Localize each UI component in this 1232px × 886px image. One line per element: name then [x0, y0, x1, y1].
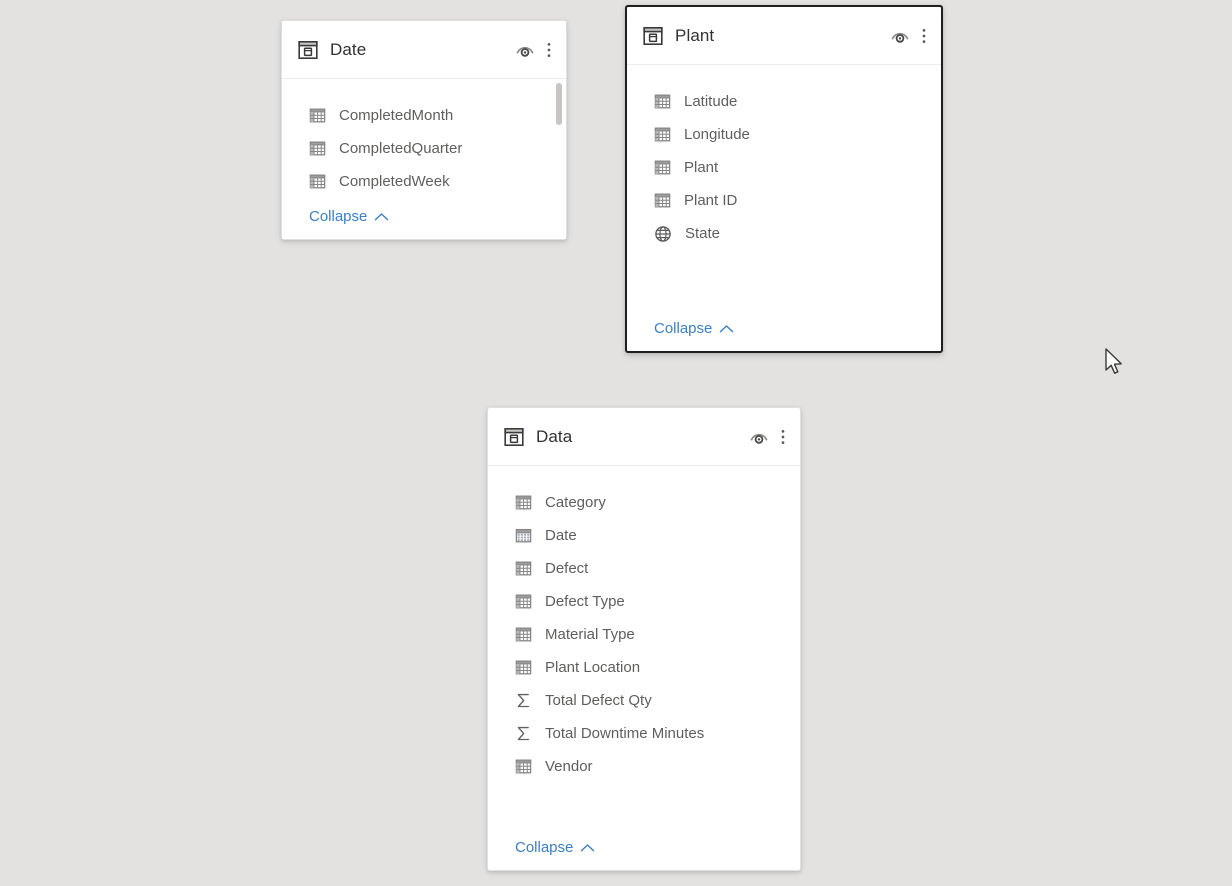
- table-card-footer: Collapse: [627, 320, 941, 351]
- field-row[interactable]: Category: [488, 486, 800, 519]
- table-field-list-container: Latitude Longitude Plant Plant ID State: [627, 65, 941, 320]
- field-row[interactable]: Total Downtime Minutes: [488, 717, 800, 750]
- table-field-list-container: Category Date Defect Defect Type Material Ty…: [488, 466, 800, 839]
- field-list: Category Date Defect Defect Type Material Ty…: [488, 486, 800, 783]
- table-card-header[interactable]: Data: [488, 408, 800, 466]
- calendar-icon: [515, 527, 532, 544]
- field-label: Total Defect Qty: [545, 692, 652, 709]
- table-column-icon: [654, 159, 671, 176]
- table-column-icon: [515, 626, 532, 643]
- field-label: Longitude: [684, 126, 750, 143]
- field-label: CompletedMonth: [339, 107, 454, 124]
- field-label: Plant Location: [545, 659, 641, 676]
- table-column-icon: [654, 192, 671, 209]
- field-row[interactable]: Material Type: [488, 618, 800, 651]
- vertical-scrollbar[interactable]: [556, 83, 562, 204]
- collapse-label: Collapse: [515, 839, 574, 856]
- collapse-label: Collapse: [309, 208, 368, 225]
- collapse-label: Collapse: [654, 320, 713, 337]
- table-title: Date: [330, 39, 367, 59]
- field-label: CompletedWeek: [339, 173, 450, 190]
- field-label: Plant ID: [684, 192, 738, 209]
- table-card-icon: [298, 40, 318, 60]
- field-label: Vendor: [545, 758, 593, 775]
- table-header-actions: [889, 26, 927, 46]
- field-label: Date: [545, 527, 577, 544]
- field-row[interactable]: Latitude: [627, 85, 941, 118]
- field-row[interactable]: Plant ID: [627, 184, 941, 217]
- table-card-icon: [643, 26, 663, 46]
- field-row[interactable]: Date: [488, 519, 800, 552]
- table-card-footer: Collapse: [488, 839, 800, 870]
- field-label: Defect Type: [545, 593, 625, 610]
- field-label: Defect: [545, 560, 589, 577]
- field-row[interactable]: Defect Type: [488, 585, 800, 618]
- field-label: State: [685, 225, 721, 242]
- table-header-actions: [514, 40, 552, 60]
- collapse-button[interactable]: Collapse: [515, 839, 595, 856]
- table-column-icon: [309, 140, 326, 157]
- table-card-icon: [504, 427, 524, 447]
- field-label: Plant: [684, 159, 719, 176]
- field-list: Latitude Longitude Plant Plant ID State: [627, 85, 941, 250]
- table-card-data[interactable]: Data Category Date Defect Defect Type Materia…: [487, 407, 801, 871]
- field-row[interactable]: CompletedMonth: [282, 99, 566, 132]
- table-title: Data: [536, 426, 573, 446]
- chevron-up-icon: [374, 212, 389, 222]
- more-options-icon[interactable]: [546, 40, 552, 60]
- field-row[interactable]: Plant Location: [488, 651, 800, 684]
- table-column-icon: [515, 758, 532, 775]
- table-card-header[interactable]: Date: [282, 21, 566, 79]
- field-row[interactable]: Plant: [627, 151, 941, 184]
- table-column-icon: [515, 560, 532, 577]
- collapse-button[interactable]: Collapse: [654, 320, 734, 337]
- table-column-icon: [309, 173, 326, 190]
- hide-eye-icon[interactable]: [514, 40, 536, 60]
- table-column-icon: [654, 93, 671, 110]
- field-row[interactable]: Longitude: [627, 118, 941, 151]
- table-column-icon: [515, 659, 532, 676]
- field-label: Latitude: [684, 93, 738, 110]
- table-header-actions: [748, 427, 786, 447]
- field-label: Total Downtime Minutes: [545, 725, 705, 742]
- field-row[interactable]: State: [627, 217, 941, 250]
- chevron-up-icon: [580, 843, 595, 853]
- hide-eye-icon[interactable]: [748, 427, 770, 447]
- field-label: Material Type: [545, 626, 635, 643]
- field-label: CompletedQuarter: [339, 140, 463, 157]
- table-card-date[interactable]: Date CompletedMonth CompletedQuarter Comple…: [281, 20, 567, 240]
- field-row[interactable]: Total Defect Qty: [488, 684, 800, 717]
- chevron-up-icon: [719, 324, 734, 334]
- table-column-icon: [515, 593, 532, 610]
- table-column-icon: [309, 107, 326, 124]
- model-view-canvas[interactable]: Date CompletedMonth CompletedQuarter Comple…: [0, 0, 1232, 886]
- sigma-measure-icon: [515, 692, 532, 709]
- table-column-icon: [654, 126, 671, 143]
- field-row[interactable]: Vendor: [488, 750, 800, 783]
- table-card-plant[interactable]: Plant Latitude Longitude Plant Plant ID State…: [625, 5, 943, 353]
- table-column-icon: [515, 494, 532, 511]
- field-row[interactable]: CompletedQuarter: [282, 132, 566, 165]
- table-card-footer: Collapse: [282, 208, 566, 239]
- table-field-list-container: CompletedMonth CompletedQuarter CompletedW…: [282, 79, 566, 208]
- field-list: CompletedMonth CompletedQuarter CompletedW…: [282, 99, 566, 198]
- scrollbar-thumb[interactable]: [556, 83, 562, 125]
- field-label: Category: [545, 494, 606, 511]
- field-row[interactable]: Defect: [488, 552, 800, 585]
- table-card-header[interactable]: Plant: [627, 7, 941, 65]
- collapse-button[interactable]: Collapse: [309, 208, 389, 225]
- hide-eye-icon[interactable]: [889, 26, 911, 46]
- table-title: Plant: [675, 25, 715, 45]
- globe-icon: [654, 225, 672, 243]
- sigma-measure-icon: [515, 725, 532, 742]
- more-options-icon[interactable]: [780, 427, 786, 447]
- field-row[interactable]: CompletedWeek: [282, 165, 566, 198]
- more-options-icon[interactable]: [921, 26, 927, 46]
